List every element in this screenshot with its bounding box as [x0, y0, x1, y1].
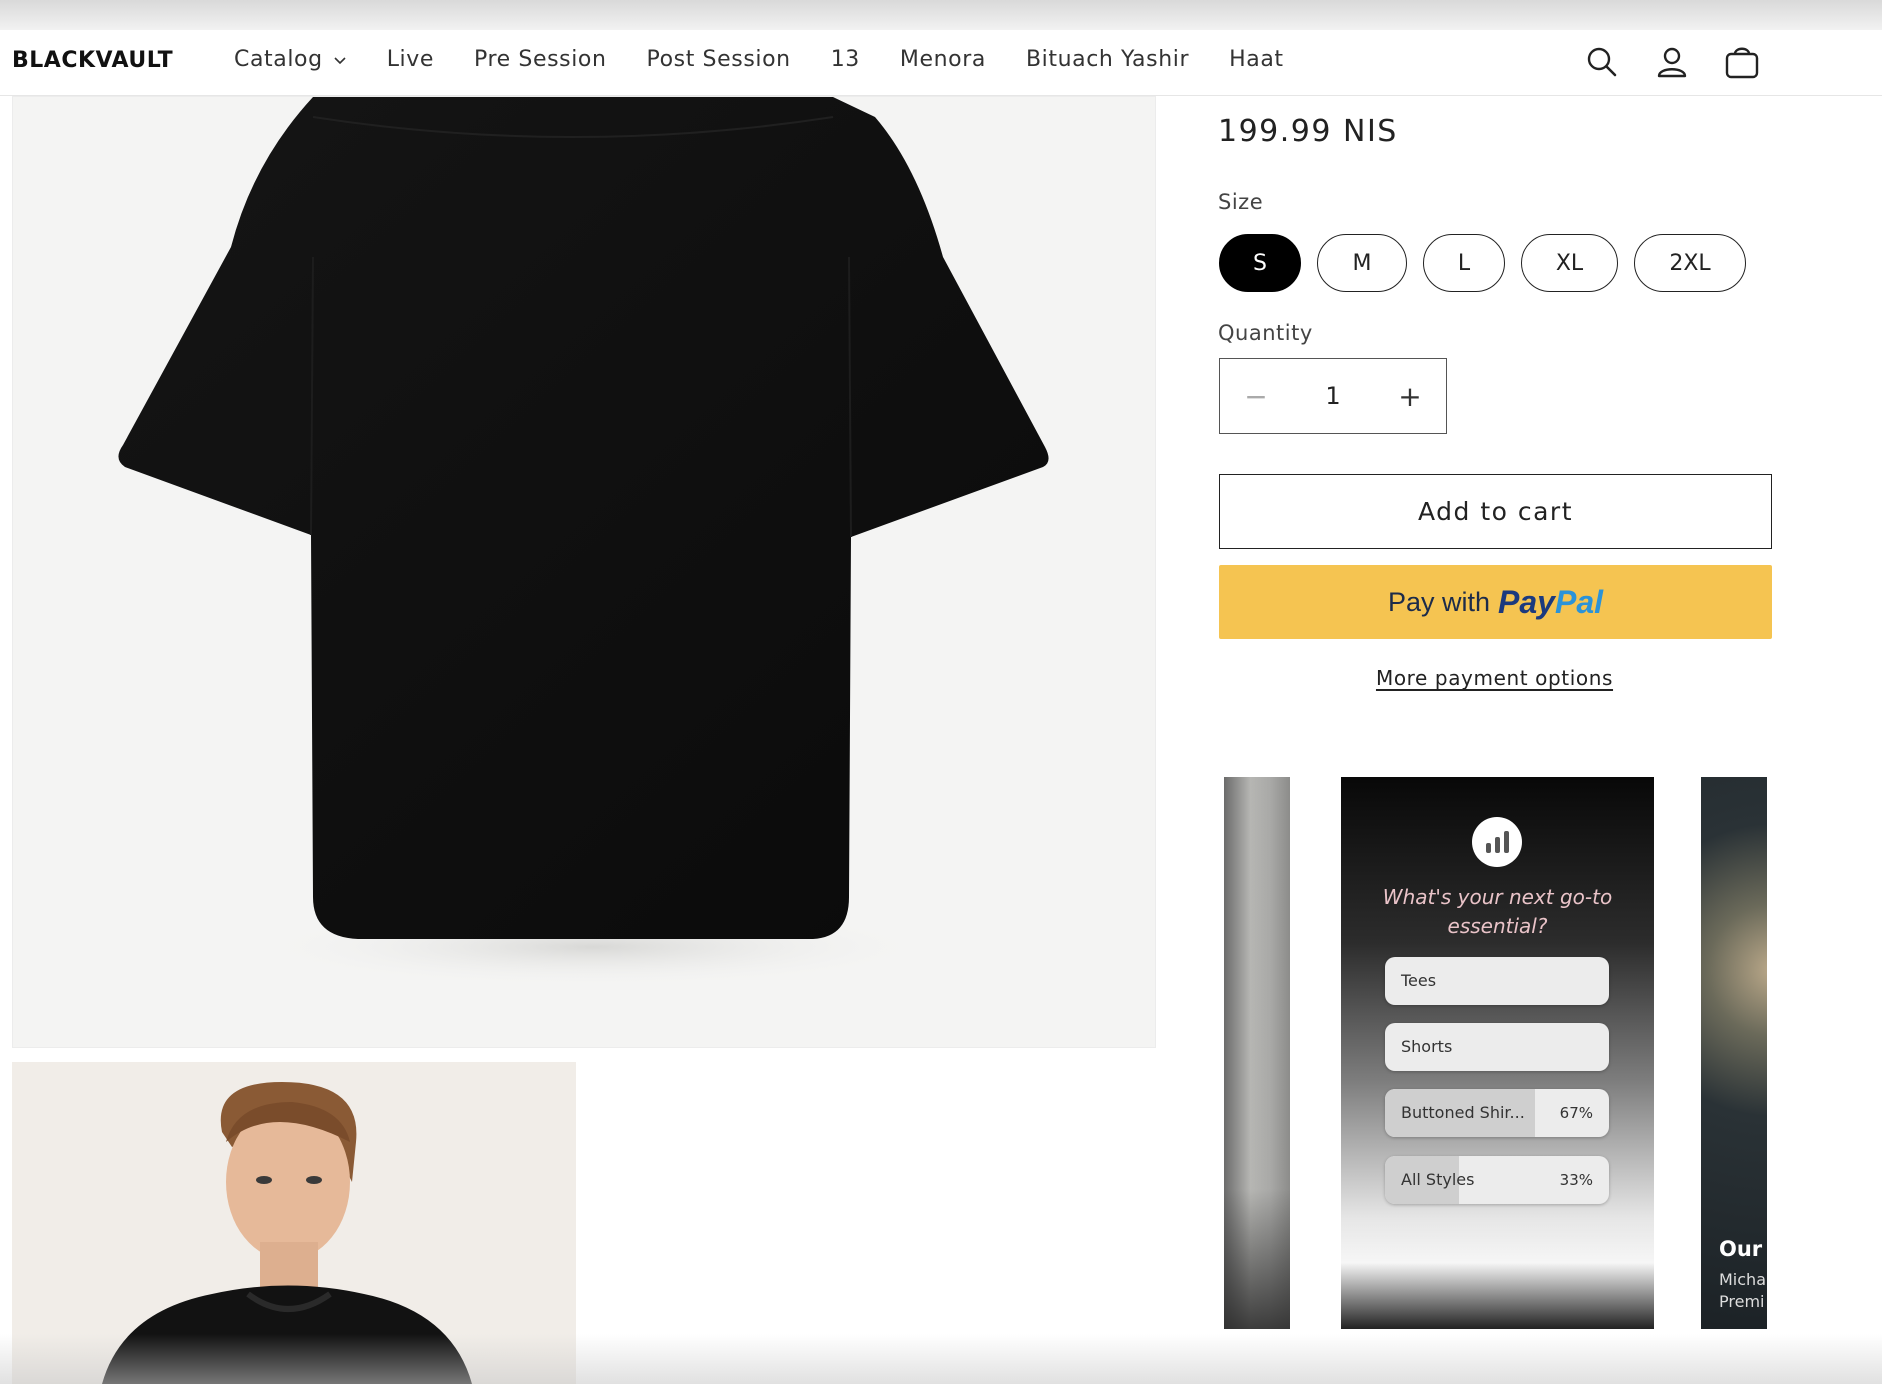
nav-item-bituach-yashir[interactable]: Bituach Yashir — [1026, 46, 1189, 74]
paypal-button[interactable]: Pay with Pay Pal — [1219, 565, 1772, 639]
quantity-label: Quantity — [1218, 321, 1313, 345]
nav-item-label: Menora — [899, 47, 986, 72]
poll-option-buttoned-shirts[interactable]: Buttoned Shir... 67% — [1385, 1089, 1609, 1137]
poll-option-label: Buttoned Shir... — [1401, 1103, 1525, 1122]
nav-item-menora[interactable]: Menora — [900, 46, 986, 74]
nav-item-haat[interactable]: Haat — [1229, 46, 1284, 74]
nav-item-label: Pre Session — [474, 47, 607, 72]
nav-item-label: Bituach Yashir — [1025, 47, 1190, 72]
more-payment-options-label: More payment options — [1375, 666, 1614, 690]
size-option-m[interactable]: M — [1317, 234, 1407, 292]
nav-item-pre-session[interactable]: Pre Session — [474, 46, 607, 74]
size-option-l[interactable]: L — [1423, 234, 1505, 292]
product-main-image[interactable] — [12, 96, 1156, 1048]
quantity-stepper: − 1 + — [1219, 358, 1447, 434]
nav-item-13[interactable]: 13 — [831, 46, 860, 74]
size-option-2xl[interactable]: 2XL — [1634, 234, 1746, 292]
size-option-s[interactable]: S — [1219, 234, 1301, 292]
poll-option-shorts[interactable]: Shorts — [1385, 1023, 1609, 1071]
story-card-poll[interactable]: What's your next go-to essential? Tees S… — [1341, 777, 1654, 1329]
quantity-input[interactable]: 1 — [1303, 382, 1363, 410]
model-photo — [12, 1062, 576, 1384]
site-header: BLACKVAULT Catalog Live Pre Session Post… — [0, 30, 1882, 96]
poll-chart-icon — [1472, 817, 1522, 867]
poll-option-all-styles[interactable]: All Styles 33% — [1385, 1156, 1609, 1204]
account-icon — [1657, 47, 1687, 78]
nav-item-label: Catalog — [234, 47, 323, 72]
paypal-logo-part1: Pay — [1498, 583, 1555, 620]
store-logo[interactable]: BLACKVAULT — [12, 48, 173, 73]
poll-option-label: Tees — [1401, 971, 1437, 990]
nav-item-live[interactable]: Live — [387, 46, 434, 74]
cart-button[interactable] — [1722, 42, 1762, 82]
poll-option-tees[interactable]: Tees — [1385, 957, 1609, 1005]
account-button[interactable] — [1652, 42, 1692, 82]
paypal-logo-part2: Pal — [1554, 583, 1603, 620]
add-to-cart-button[interactable]: Add to cart — [1219, 474, 1772, 549]
poll-option-label: Shorts — [1401, 1037, 1453, 1056]
quantity-increase-button[interactable]: + — [1374, 359, 1446, 433]
cart-icon — [1725, 47, 1759, 79]
poll-option-label: All Styles — [1401, 1170, 1475, 1189]
search-icon — [1587, 47, 1617, 77]
story-card-left[interactable] — [1224, 777, 1290, 1329]
tshirt-image — [118, 97, 1049, 987]
story-card-subtitle: Micha Premi — [1719, 1269, 1766, 1313]
size-option-xl[interactable]: XL — [1521, 234, 1618, 292]
search-button[interactable] — [1582, 42, 1622, 82]
browser-top-strip — [0, 0, 1882, 30]
nav-item-label: Haat — [1229, 47, 1284, 72]
poll-option-percent: 67% — [1559, 1104, 1593, 1122]
story-card-line: Micha — [1719, 1270, 1766, 1289]
more-payment-options-link[interactable]: More payment options — [1218, 666, 1771, 690]
story-card-title: Our I — [1719, 1237, 1767, 1261]
paypal-prefix: Pay with — [1387, 586, 1491, 617]
product-price: 199.99 NIS — [1218, 114, 1398, 149]
story-card-line: Premi — [1719, 1292, 1765, 1311]
poll-option-percent: 33% — [1559, 1171, 1593, 1189]
size-selector: S M L XL 2XL — [1219, 234, 1762, 292]
poll-question: What's your next go-to essential? — [1382, 885, 1613, 938]
product-model-image[interactable] — [12, 1062, 576, 1384]
nav-item-label: Live — [386, 47, 435, 72]
main-nav: Catalog Live Pre Session Post Session 13… — [234, 46, 1324, 74]
nav-item-label: Post Session — [646, 47, 791, 72]
size-label: Size — [1218, 190, 1264, 214]
nav-item-label: 13 — [830, 47, 860, 72]
nav-item-post-session[interactable]: Post Session — [647, 46, 791, 74]
story-card-right[interactable]: Our I Micha Premi — [1701, 777, 1767, 1329]
chevron-down-icon — [334, 57, 346, 65]
nav-item-catalog[interactable]: Catalog — [234, 46, 347, 74]
quantity-decrease-button[interactable]: − — [1220, 359, 1292, 433]
